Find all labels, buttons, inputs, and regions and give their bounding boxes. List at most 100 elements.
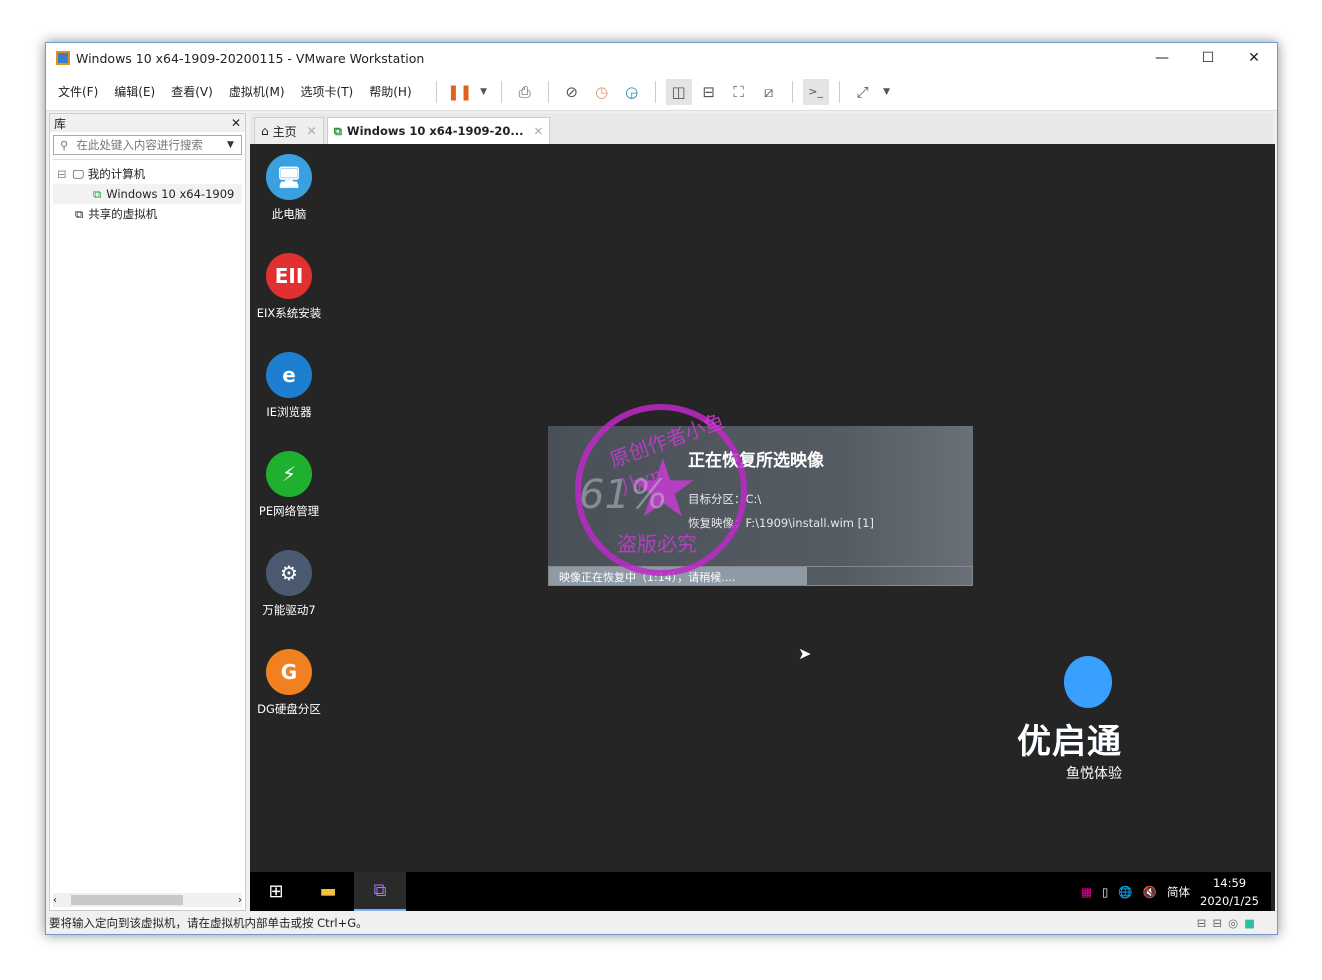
ime-indicator[interactable]: 简体: [1167, 884, 1190, 900]
vmware-logo-icon: [56, 51, 70, 65]
snapshot-disabled-icon[interactable]: ⊘: [559, 79, 585, 105]
desktop-icon-label: IE浏览器: [266, 405, 312, 419]
collapse-icon[interactable]: ⊟: [57, 167, 67, 181]
window-title: Windows 10 x64-1909-20200115 - VMware Wo…: [76, 50, 425, 66]
tree-item-shared-vms[interactable]: ⧉ 共享的虚拟机: [53, 204, 242, 224]
desktop-icon[interactable]: 🖥 此电脑: [250, 154, 328, 222]
revert-snapshot-icon[interactable]: ◷: [589, 79, 615, 105]
computer-icon: 🖵: [72, 166, 84, 181]
library-tree: ⊟ 🖵 我的计算机 ⧉ Windows 10 x64-1909 ⧉ 共享的虚拟机: [53, 159, 242, 224]
send-ctrl-alt-del-icon[interactable]: ⎙: [512, 79, 538, 105]
desktop-icon-label: DG硬盘分区: [257, 702, 321, 716]
youqitong-logo: 优启通 鱼悦体验: [978, 656, 1122, 783]
library-panel: 库 ✕ ⚲ 在此处键入内容进行搜索 ▼ ⊟ 🖵 我的计算机 ⧉ Windows 10 x64…: [49, 113, 246, 911]
unity-icon[interactable]: ⧄: [756, 79, 782, 105]
network-icon[interactable]: 🌐: [1118, 885, 1132, 899]
app-icon: 🖥: [266, 154, 312, 200]
desktop-icon-label: 万能驱动7: [262, 603, 316, 617]
vm-icon: ⧉: [333, 123, 342, 138]
pause-icon[interactable]: ❚❚: [447, 79, 473, 105]
desktop-icon[interactable]: ⚙ 万能驱动7: [250, 550, 328, 618]
app-icon: e: [266, 352, 312, 398]
status-text: 要将输入定向到该虚拟机，请在虚拟机内部单击或按 Ctrl+G。: [49, 916, 368, 930]
vm-icon: ⧉: [93, 186, 102, 201]
divider: [791, 80, 793, 103]
status-bar: 要将输入定向到该虚拟机，请在虚拟机内部单击或按 Ctrl+G。 ⊟ ⊟ ◎ ■: [46, 912, 1277, 934]
stretch-icon[interactable]: ⤢: [850, 79, 876, 105]
shared-vm-icon: ⧉: [75, 206, 84, 221]
desktop-icon[interactable]: EII EIX系统安装: [250, 253, 328, 321]
message-icon[interactable]: ■: [1244, 916, 1255, 930]
chevron-down-icon[interactable]: ▼: [227, 140, 241, 150]
tab-vm[interactable]: ⧉ Windows 10 x64-1909-20... ✕: [326, 117, 551, 144]
close-tab-icon[interactable]: ✕: [307, 124, 317, 138]
desktop-icon-label: 此电脑: [271, 207, 307, 221]
snapshot-manager-icon[interactable]: ◶: [619, 79, 645, 105]
target-label: 目标分区：: [688, 492, 746, 506]
desktop-icon-label: EIX系统安装: [256, 306, 322, 320]
menu-file[interactable]: 文件(F): [58, 83, 98, 100]
chevron-down-icon[interactable]: ▼: [477, 79, 491, 105]
app-icon: EII: [266, 253, 312, 299]
tree-item-vm[interactable]: ⧉ Windows 10 x64-1909: [53, 184, 242, 204]
divider: [654, 80, 656, 103]
search-icon: ⚲: [60, 138, 69, 152]
divider: [500, 80, 502, 103]
color-icon[interactable]: ▦: [1081, 885, 1092, 899]
image-value: F:\1909\install.wim [1]: [745, 516, 874, 530]
start-button[interactable]: ⊞: [250, 872, 302, 911]
app-icon: ⚙: [266, 550, 312, 596]
menu-tabs[interactable]: 选项卡(T): [301, 83, 354, 100]
thumbnail-bar-icon[interactable]: ⊟: [696, 79, 722, 105]
taskbar: ⊞ ▬ ⧉ ▦ ▯ 🌐 🔇 简体 14:59 2020/1/25: [250, 872, 1271, 911]
horizontal-scrollbar[interactable]: ‹ ›: [53, 893, 242, 907]
menu-help[interactable]: 帮助(H): [369, 83, 411, 100]
menu-edit[interactable]: 编辑(E): [114, 83, 155, 100]
clock[interactable]: 14:59 2020/1/25: [1200, 874, 1259, 910]
show-library-icon[interactable]: ◫: [665, 78, 692, 105]
menu-view[interactable]: 查看(V): [171, 83, 213, 100]
desktop-icon[interactable]: e IE浏览器: [250, 352, 328, 420]
cd-icon[interactable]: ◎: [1228, 916, 1238, 930]
vmware-window: Windows 10 x64-1909-20200115 - VMware Wo…: [45, 42, 1278, 935]
progress-bar: 映像正在恢复中（1:14），请稍候....: [548, 566, 973, 586]
divider: [838, 80, 840, 103]
menu-vm[interactable]: 虚拟机(M): [229, 83, 285, 100]
image-label: 恢复映像：: [688, 516, 746, 530]
progress-text: 映像正在恢复中（1:14），请稍候....: [559, 571, 736, 584]
hard-disk-icon[interactable]: ⊟: [1197, 916, 1207, 930]
fullscreen-icon[interactable]: ⛶: [726, 79, 752, 105]
desktop-icon-label: PE网络管理: [258, 504, 320, 518]
console-view-icon[interactable]: >_: [802, 78, 829, 105]
app-icon: ⚡: [266, 451, 312, 497]
vm-screen[interactable]: 🖥 此电脑 EII EIX系统安装 e IE浏览器 ⚡ PE网络管理 ⚙ 万能驱动7 G DG硬盘分区…: [250, 144, 1275, 911]
chevron-down-icon[interactable]: ▼: [880, 79, 894, 105]
close-tab-icon[interactable]: ✕: [533, 124, 543, 138]
tab-home[interactable]: ⌂ 主页 ✕: [254, 117, 324, 144]
mouse-cursor-icon: ➤: [798, 644, 812, 663]
toolbar: 文件(F) 编辑(E) 查看(V) 虚拟机(M) 选项卡(T) 帮助(H) ❚❚…: [46, 73, 1277, 111]
hard-disk-icon[interactable]: ⊟: [1212, 916, 1222, 930]
tree-item-my-computer[interactable]: ⊟ 🖵 我的计算机: [53, 164, 242, 184]
volume-muted-icon[interactable]: 🔇: [1143, 885, 1157, 899]
divider: [547, 80, 549, 103]
restore-dialog: 正在恢复所选映像 目标分区：C:\ 恢复映像：F:\1909\install.w…: [548, 426, 973, 586]
close-button[interactable]: ✕: [1231, 43, 1277, 73]
desktop-icon[interactable]: G DG硬盘分区: [250, 649, 328, 717]
maximize-button[interactable]: ☐: [1185, 43, 1231, 73]
library-close-icon[interactable]: ✕: [231, 116, 241, 130]
restore-app-button[interactable]: ⧉: [354, 872, 406, 911]
file-explorer-button[interactable]: ▬: [302, 872, 354, 911]
app-icon: G: [266, 649, 312, 695]
library-search-input[interactable]: ⚲ 在此处键入内容进行搜索 ▼: [53, 135, 242, 155]
usb-icon[interactable]: ▯: [1102, 885, 1108, 899]
target-value: C:\: [745, 492, 762, 506]
title-bar: Windows 10 x64-1909-20200115 - VMware Wo…: [46, 43, 1277, 73]
home-icon: ⌂: [261, 124, 269, 138]
library-title: 库: [54, 116, 67, 131]
tab-bar: ⌂ 主页 ✕ ⧉ Windows 10 x64-1909-20... ✕: [250, 113, 1273, 144]
dialog-title: 正在恢复所选映像: [688, 451, 824, 471]
divider: [435, 80, 437, 103]
minimize-button[interactable]: —: [1139, 43, 1185, 73]
desktop-icon[interactable]: ⚡ PE网络管理: [250, 451, 328, 519]
